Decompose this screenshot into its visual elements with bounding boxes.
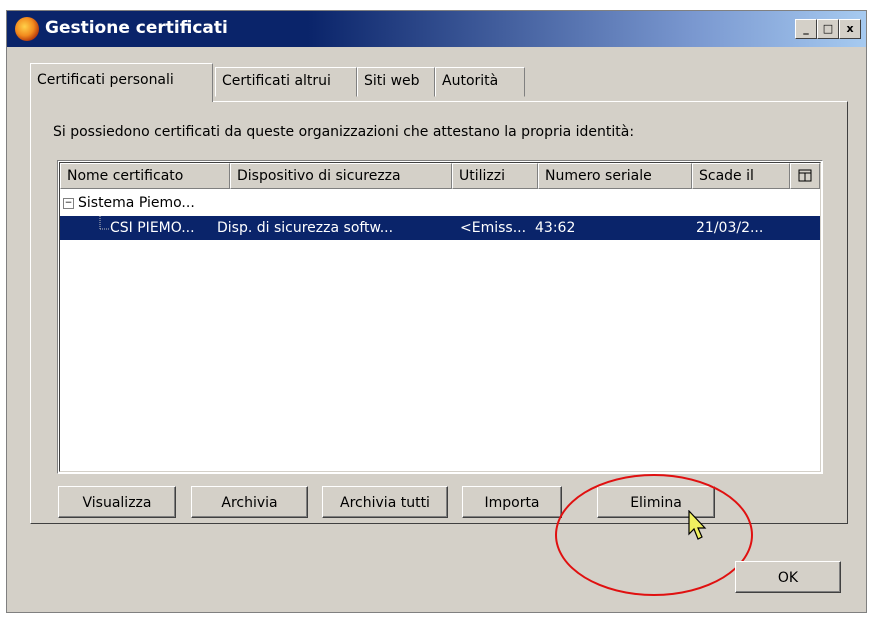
column-header-serial[interactable]: Numero seriale: [538, 163, 692, 189]
tree-group-row[interactable]: − Sistema Piemo...: [60, 191, 820, 215]
cell-name: CSI PIEMO...: [110, 220, 195, 236]
column-header-expires[interactable]: Scade il: [692, 163, 790, 189]
tab-websites[interactable]: Siti web: [357, 67, 435, 97]
column-header-usage[interactable]: Utilizzi: [452, 163, 538, 189]
list-header: Nome certificato Dispositivo di sicurezz…: [60, 163, 820, 189]
maximize-button[interactable]: □: [817, 19, 839, 39]
cell-expires: 21/03/2...: [696, 220, 764, 236]
tab-authorities[interactable]: Autorità: [435, 67, 525, 97]
column-header-name[interactable]: Nome certificato: [60, 163, 230, 189]
panel-description: Si possiedono certificati da queste orga…: [53, 124, 635, 140]
highlight-circle: [555, 474, 753, 596]
certificate-row-selected[interactable]: CSI PIEMO... Disp. di sicurezza softw...…: [60, 216, 820, 240]
ok-button[interactable]: OK: [735, 561, 841, 593]
cell-device: Disp. di sicurezza softw...: [217, 220, 394, 236]
collapse-icon[interactable]: −: [63, 198, 74, 209]
certificate-tree-list[interactable]: Nome certificato Dispositivo di sicurezz…: [57, 160, 823, 474]
firefox-icon: [15, 17, 39, 41]
import-button[interactable]: Importa: [462, 486, 562, 518]
view-button[interactable]: Visualizza: [58, 486, 176, 518]
column-header-device[interactable]: Dispositivo di sicurezza: [230, 163, 452, 189]
backup-button[interactable]: Archivia: [191, 486, 308, 518]
tree-line-icon: [99, 216, 109, 230]
column-picker-icon: [798, 169, 812, 182]
backup-all-button[interactable]: Archivia tutti: [322, 486, 448, 518]
column-picker-button[interactable]: [790, 163, 820, 189]
tab-others-certificates[interactable]: Certificati altrui: [215, 67, 357, 97]
tab-panel: Si possiedono certificati da queste orga…: [30, 101, 848, 524]
cell-usage: <Emiss...: [460, 220, 527, 236]
close-button[interactable]: x: [839, 19, 861, 39]
group-label: Sistema Piemo...: [78, 195, 195, 211]
title-bar[interactable]: Gestione certificati _ □ x: [7, 11, 866, 47]
minimize-button[interactable]: _: [795, 19, 817, 39]
tab-personal-certificates[interactable]: Certificati personali: [30, 63, 213, 102]
window-title: Gestione certificati: [45, 18, 228, 38]
mouse-cursor-icon: [688, 510, 707, 540]
cell-serial: 43:62: [535, 220, 576, 236]
